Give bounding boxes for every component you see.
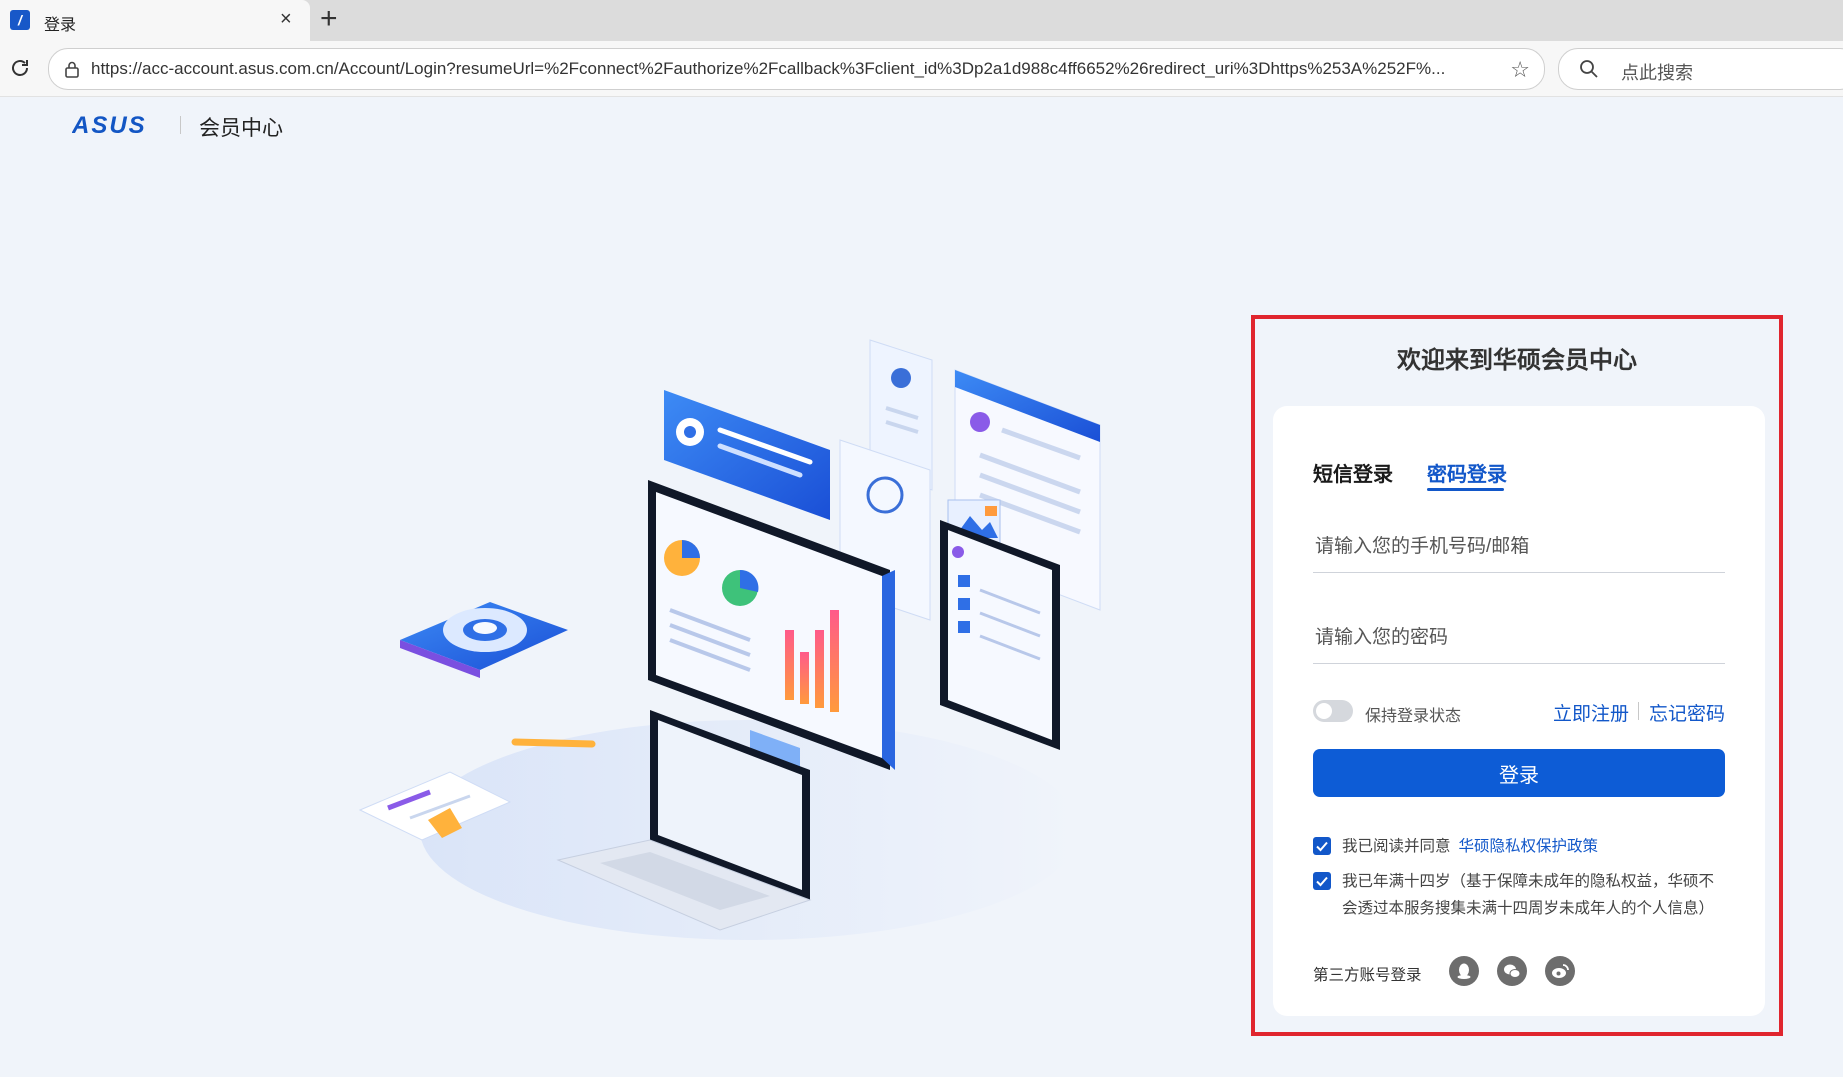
weibo-login-button[interactable] xyxy=(1545,956,1575,986)
qq-icon xyxy=(1457,963,1471,979)
login-panel-title: 欢迎来到华硕会员中心 xyxy=(1397,347,1637,374)
toggle-knob xyxy=(1316,703,1332,719)
password-field-wrapper xyxy=(1313,617,1729,664)
privacy-checkbox[interactable] xyxy=(1313,837,1331,855)
privacy-agreement-prefix: 我已阅读并同意 xyxy=(1342,838,1451,855)
wechat-login-button[interactable] xyxy=(1497,956,1527,986)
search-icon xyxy=(1580,60,1598,78)
tab-sms-login[interactable]: 短信登录 xyxy=(1313,458,1393,487)
account-input[interactable] xyxy=(1313,526,1729,568)
age-agreement-text: 我已年满十四岁（基于保障未成年的隐私权益，华硕不会透过本服务搜集未满十四周岁未成… xyxy=(1342,873,1715,917)
site-title: 会员中心 xyxy=(199,117,283,140)
age-checkbox[interactable] xyxy=(1313,872,1331,890)
login-card: 短信登录 密码登录 保持登录状态 立即注册 忘记密码 登录 我已阅读并同意华硕隐… xyxy=(1273,406,1765,1016)
search-placeholder[interactable]: 点此搜索 xyxy=(1621,59,1693,85)
privacy-agreement-text: 我已阅读并同意 华硕隐私权保护政策 xyxy=(1342,833,1728,860)
qq-login-button[interactable] xyxy=(1449,956,1479,986)
third-party-label: 第三方账号登录 xyxy=(1313,967,1422,984)
tab-title: 登录 xyxy=(44,17,77,34)
active-tab-indicator xyxy=(1427,488,1504,491)
remember-label: 保持登录状态 xyxy=(1365,708,1462,725)
logo-text: ASUS xyxy=(72,112,147,138)
hero-illustration xyxy=(358,339,1101,940)
third-party-login-row: 第三方账号登录 xyxy=(1313,954,1725,990)
remember-toggle[interactable] xyxy=(1313,700,1353,722)
privacy-policy-link[interactable]: 华硕隐私权保护政策 xyxy=(1459,838,1599,855)
favorite-star-icon[interactable]: ☆ xyxy=(1510,57,1530,83)
account-field-wrapper xyxy=(1313,526,1729,573)
tab-password-login[interactable]: 密码登录 xyxy=(1427,458,1507,487)
check-icon xyxy=(1316,876,1328,887)
forgot-password-link[interactable]: 忘记密码 xyxy=(1649,699,1725,726)
asus-logo[interactable]: ASUS xyxy=(72,112,162,138)
browser-tab-bar: / 登录 × + xyxy=(0,0,1843,41)
remember-row: 保持登录状态 立即注册 忘记密码 xyxy=(1313,696,1725,726)
tab-close-icon[interactable]: × xyxy=(280,8,292,31)
url-field[interactable]: https://acc-account.asus.com.cn/Account/… xyxy=(48,48,1545,90)
wechat-icon xyxy=(1504,964,1521,978)
login-button[interactable]: 登录 xyxy=(1313,749,1725,797)
pencil xyxy=(511,738,596,748)
browser-address-bar: https://acc-account.asus.com.cn/Account/… xyxy=(0,41,1843,97)
password-input[interactable] xyxy=(1313,617,1729,659)
check-icon xyxy=(1316,841,1328,852)
browser-tab-login[interactable]: / 登录 × xyxy=(0,0,310,41)
header-divider xyxy=(180,116,181,134)
browser-search-field[interactable]: 点此搜索 xyxy=(1558,48,1843,90)
new-tab-button[interactable]: + xyxy=(320,2,338,36)
phone xyxy=(400,602,568,678)
asus-favicon-icon: / xyxy=(10,10,30,30)
weibo-icon xyxy=(1552,964,1569,978)
url-text[interactable]: https://acc-account.asus.com.cn/Account/… xyxy=(91,59,1491,79)
register-link[interactable]: 立即注册 xyxy=(1553,699,1629,726)
reload-icon[interactable] xyxy=(8,56,32,80)
link-divider xyxy=(1638,702,1639,720)
lock-icon[interactable] xyxy=(63,60,81,78)
